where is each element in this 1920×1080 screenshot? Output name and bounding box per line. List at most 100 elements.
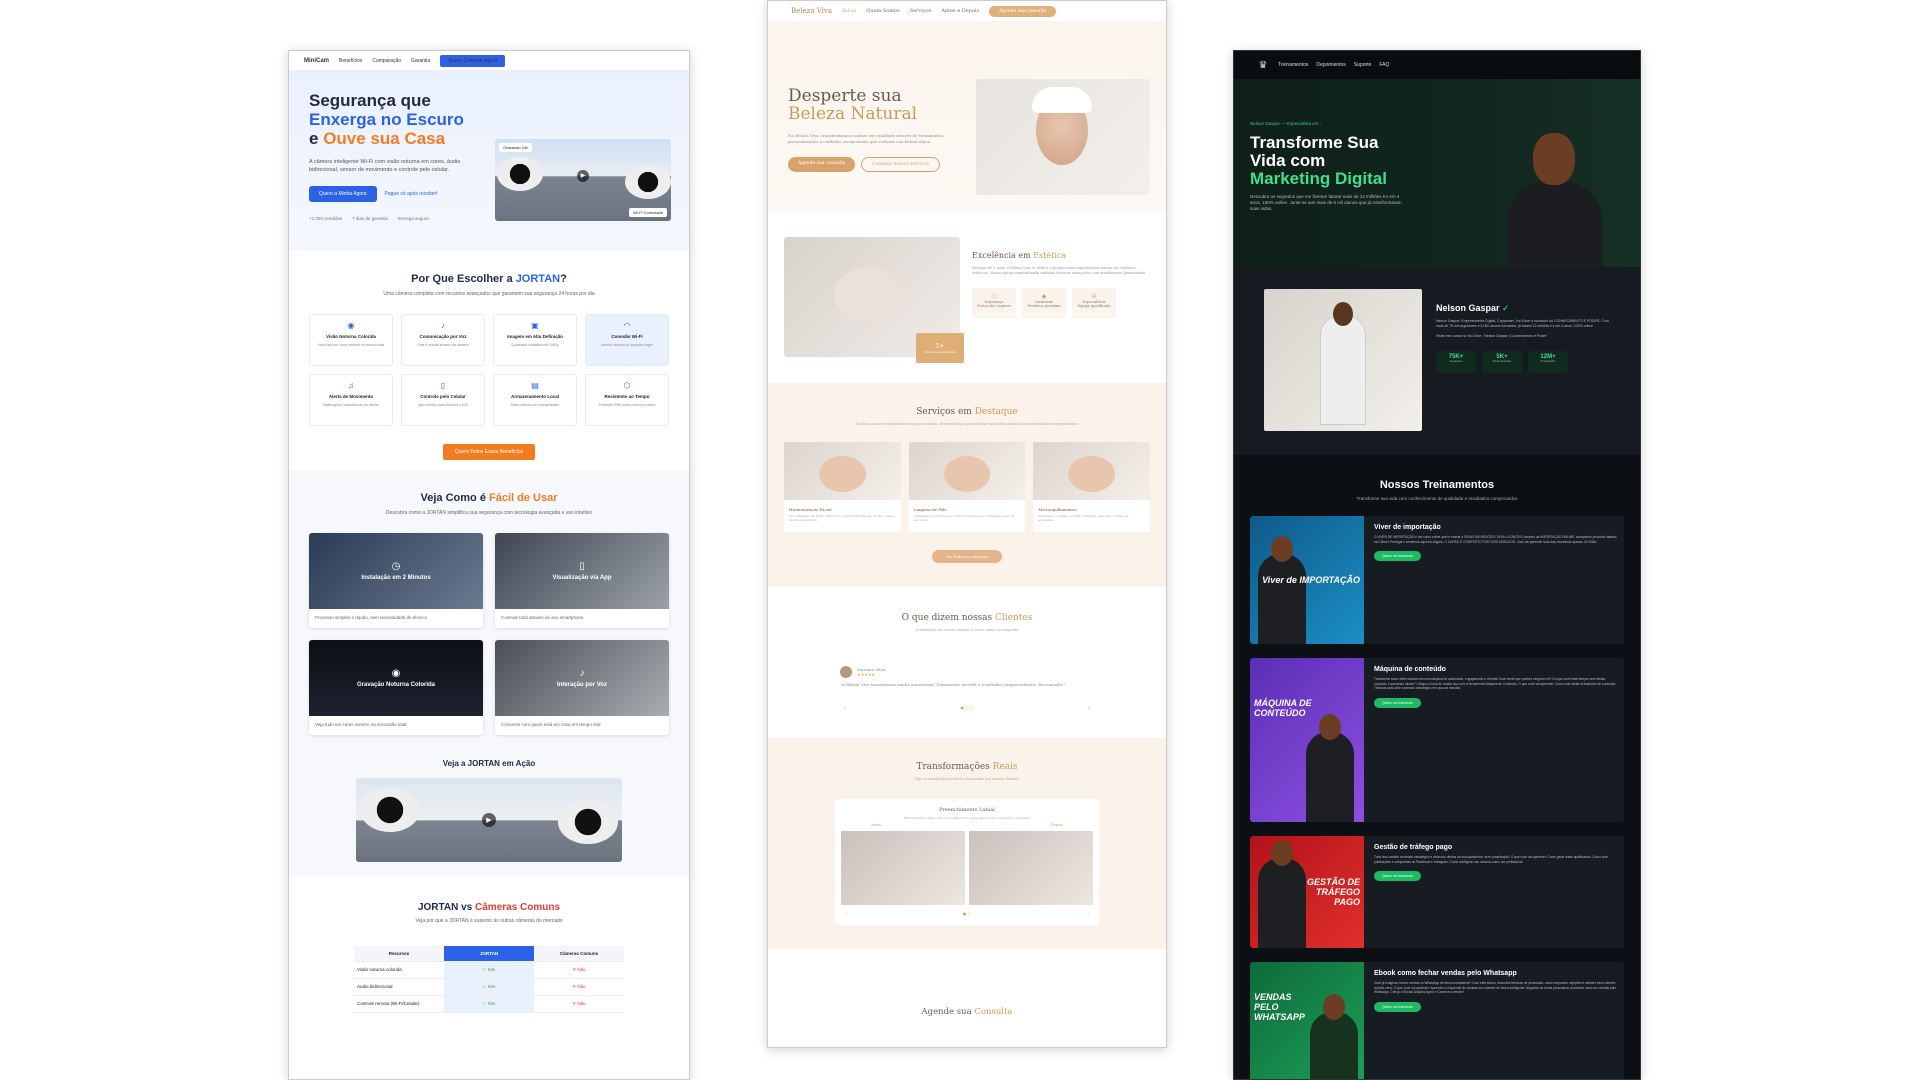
course-title: Ebook como fechar vendas pelo Whatsapp: [1374, 970, 1517, 977]
about-youtube: Visite meu canal no YouTube: "Nelson Gas…: [1436, 334, 1548, 338]
hero-book-button[interactable]: Agende sua consulta: [788, 157, 856, 172]
highlight-card: ☺ Especialistas Equipe qualificada: [1072, 288, 1116, 318]
how-subtitle: Descubra como a JORTAN simplifica sua se…: [385, 510, 593, 516]
testimonials-title: O que dizem nossas Clientes: [901, 613, 1033, 623]
hero-video[interactable]: ▶ Gravando 24h Wi-Fi Conectado: [495, 139, 671, 221]
testimonials-section: O que dizem nossas Clientes A satisfação…: [768, 587, 1166, 738]
trainings-subtitle: Transforme sua vida com conhecimento de …: [1356, 496, 1518, 501]
hero-title: Segurança que Enxerga no Escuro e Ouve s…: [309, 91, 509, 148]
enroll-button[interactable]: Quero me Inscrever: [1374, 551, 1421, 561]
how-card[interactable]: ◉ Gravação Noturna Colorida Veja tudo em …: [309, 640, 483, 735]
highlight-card: ⬡ Segurança Protocolos seguros: [972, 288, 1016, 318]
transformations-title: Transformações Reais: [916, 762, 1018, 772]
nav-link-garantia[interactable]: Garantia: [411, 58, 430, 64]
transformations-subtitle: Veja os resultados incríveis alcançados …: [914, 777, 1020, 781]
trust-delivery: Entrega segura: [397, 216, 429, 221]
testimonial: Mariana Silva ★★★★★ "A Beleza Viva transf…: [840, 666, 1094, 687]
enroll-button[interactable]: Quero me Inscrever: [1374, 697, 1421, 708]
feature-card: ⬡ Resistente ao Tempo Proteção IP66 contra…: [585, 374, 669, 426]
table-cell: ✓ Sim: [444, 979, 534, 996]
book-appointment-title: Agende sua Consulta: [921, 1007, 1013, 1017]
nav-link-comparacao[interactable]: Comparação: [372, 58, 401, 64]
table-cell: ✕ Não: [534, 979, 624, 996]
before-image: [841, 831, 965, 905]
diamond-icon: ◆: [1041, 293, 1047, 300]
enroll-button[interactable]: Quero me Inscrever: [1374, 871, 1421, 881]
course-title: Viver de importação: [1374, 524, 1441, 531]
smartphone-icon: ▯: [579, 561, 585, 572]
wifi-icon: ◠: [623, 321, 631, 330]
trainings-title: Nossos Treinamentos: [1379, 479, 1495, 491]
nav-link-antes-depois[interactable]: Antes e Depois: [941, 8, 979, 14]
nav-link-inicio[interactable]: Início: [842, 8, 856, 14]
chevron-right-icon[interactable]: ›: [1088, 705, 1090, 712]
trust-sold: +1.000 vendidas: [309, 216, 343, 221]
carousel-dots[interactable]: ● ○ ○: [960, 705, 973, 712]
trust-guarantee: 7 dias de garantia: [352, 216, 388, 221]
how-card-caption: Converse com quem está em casa em tempo …: [501, 722, 601, 727]
camera-image-right: [625, 165, 671, 199]
benefits-cta-button[interactable]: Quero Todos Esses Benefícios: [442, 444, 536, 460]
hero-services-button[interactable]: Conheça nossos serviços: [861, 157, 940, 172]
brand-logo-icon[interactable]: ♛: [1256, 58, 1270, 72]
bell-icon: ♫: [348, 381, 354, 390]
excellence-highlights: ⬡ Segurança Protocolos seguros ◆ Qualidade P…: [972, 288, 1150, 318]
highlight-card: ◆ Qualidade Produtos premium: [1022, 288, 1066, 318]
service-image: [908, 442, 1026, 500]
chevron-right-icon[interactable]: ›: [1087, 911, 1089, 917]
nav-link-faq[interactable]: FAQ: [1379, 62, 1389, 68]
course-title: Máquina de conteúdo: [1374, 666, 1446, 673]
service-card[interactable]: Limpeza de Pele Tratamento profundo que r…: [908, 442, 1026, 532]
about-name: Nelson Gaspar ✓: [1436, 303, 1510, 313]
camera-image-left: [497, 157, 543, 191]
nav-link-treinamentos[interactable]: Treinamentos: [1278, 62, 1308, 68]
chevron-left-icon[interactable]: ‹: [845, 911, 847, 917]
experience-stat: 5+ Anos de experiência: [916, 333, 964, 363]
action-video[interactable]: ▶: [356, 778, 622, 862]
action-title: Veja a JORTAN em Ação: [442, 759, 536, 768]
before-after-title: Preenchimento Labial: [939, 807, 995, 813]
after-image: [969, 831, 1093, 905]
hero-title-line2: Enxerga no Escuro: [309, 110, 464, 129]
hero-buy-button[interactable]: Quero a Minha Agora: [309, 186, 377, 202]
nav-link-depoimentos[interactable]: Depoimentos: [1316, 62, 1345, 68]
service-card[interactable]: Microagulhamento Estimula o colágeno e tr…: [1033, 442, 1150, 532]
nav-link-quem-somos[interactable]: Quem Somos: [866, 8, 899, 14]
comparison-table: Recursos JORTAN Câmeras Comuns Visão not…: [354, 946, 624, 1013]
all-services-button[interactable]: Ver todos os serviços: [931, 550, 1003, 563]
play-icon[interactable]: ▶: [482, 813, 496, 827]
how-card[interactable]: ♪ Interação por Voz Converse com quem est…: [495, 640, 669, 735]
table-cell: ✓ Sim: [444, 962, 534, 979]
nelson-portrait: [1500, 119, 1610, 267]
star-rating: ★★★★★: [857, 672, 875, 677]
nav-buy-button[interactable]: Quero Comprar Agora: [440, 54, 506, 67]
nav-link-suporte[interactable]: Suporte: [1354, 62, 1372, 68]
table-cell: Visão noturna colorida: [354, 962, 444, 979]
why-subtitle: Uma câmera completa com recursos avançad…: [383, 291, 595, 297]
service-card[interactable]: Harmonização Facial Procedimento de ácido…: [784, 442, 901, 532]
hero-woman-image: [976, 79, 1150, 195]
carousel-dots[interactable]: ● ○: [963, 911, 971, 917]
enroll-button[interactable]: Quero me Inscrever: [1374, 1001, 1421, 1012]
how-card[interactable]: ▯ Visualização via App Controle total atr…: [495, 533, 669, 628]
nav-link-beneficios[interactable]: Benefícios: [339, 58, 362, 64]
trainings-section: Nossos Treinamentos Transforme sua vida …: [1234, 455, 1640, 1079]
hero-pay-on-delivery-link[interactable]: Pague só após receber!: [385, 191, 438, 197]
chevron-left-icon[interactable]: ‹: [844, 705, 846, 712]
how-card[interactable]: ◷ Instalação em 2 Minutos Processo simple…: [309, 533, 483, 628]
before-after-description: Harmonização labial com ácido hialurônic…: [903, 816, 1031, 820]
nav-book-button[interactable]: Agende sua consulta: [989, 5, 1057, 17]
shield-icon: ⬡: [991, 293, 997, 300]
course-description: Transforme suas redes sociais em uma máq…: [1374, 677, 1617, 690]
jortan-logo[interactable]: MiniCam: [304, 58, 329, 64]
feature-card: ▤ Armazenamento Local Salve vídeos com tra…: [493, 374, 577, 426]
eye-icon: ◉: [347, 321, 355, 330]
microphone-icon: ♪: [441, 321, 445, 330]
how-card-caption: Veja tudo em cores mesmo na escuridão to…: [315, 722, 407, 727]
play-icon[interactable]: ▶: [577, 169, 589, 182]
course-card: VENDAS PELO WHATSAPP Ebook como fechar v…: [1250, 962, 1624, 1079]
beleza-logo[interactable]: Beleza Viva: [791, 7, 832, 15]
recording-badge: Gravando 24h: [499, 143, 533, 152]
how-section: Veja Como é Fácil de Usar Descubra como …: [289, 470, 689, 876]
nav-link-servicos[interactable]: Serviços: [910, 8, 932, 14]
